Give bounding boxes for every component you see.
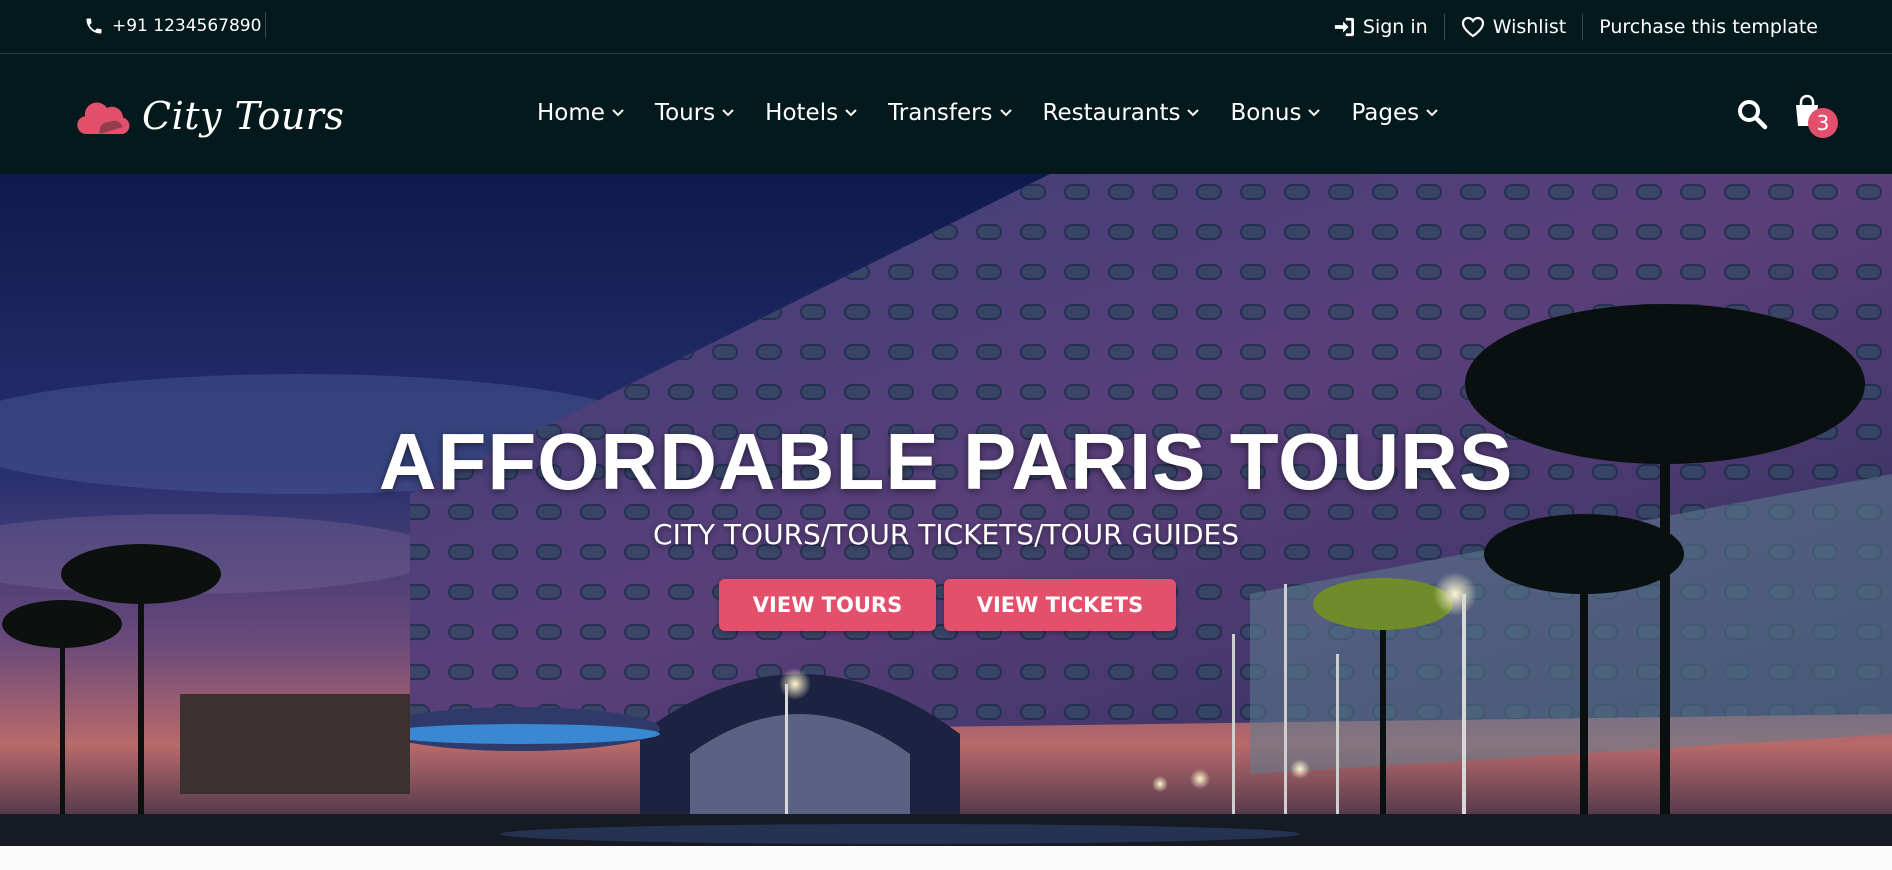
view-tickets-button[interactable]: VIEW TICKETS xyxy=(944,579,1176,631)
cart-button[interactable]: 3 xyxy=(1790,94,1840,144)
sign-in-icon xyxy=(1334,17,1354,37)
nav-item-hotels[interactable]: Hotels xyxy=(765,100,858,126)
page-content-start xyxy=(0,846,1892,870)
nav-item-restaurants[interactable]: Restaurants xyxy=(1043,100,1201,126)
sign-in-label: Sign in xyxy=(1362,16,1428,38)
chevron-down-icon xyxy=(722,109,734,117)
wishlist-link[interactable]: Wishlist xyxy=(1445,16,1583,38)
logo[interactable]: City Tours xyxy=(76,94,344,138)
nav-label: Home xyxy=(537,100,605,126)
chevron-down-icon xyxy=(999,109,1012,117)
cloud-logo-icon xyxy=(77,102,130,134)
logo-text: City Tours xyxy=(142,94,345,138)
nav-label: Restaurants xyxy=(1042,100,1181,126)
cart-count-badge: 3 xyxy=(1808,108,1838,138)
top-bar: +91 1234567890 Sign in Wishlist Purchase… xyxy=(0,0,1892,54)
wishlist-label: Wishlist xyxy=(1492,16,1567,38)
nav-item-home[interactable]: Home xyxy=(537,100,625,126)
nav-item-pages[interactable]: Pages xyxy=(1351,100,1439,126)
main-header: City Tours Home Tours Hotels Transfers R… xyxy=(0,54,1892,174)
divider xyxy=(265,12,266,38)
heart-icon xyxy=(1461,16,1484,38)
phone-number: +91 1234567890 xyxy=(112,16,262,36)
nav-label: Hotels xyxy=(765,100,839,126)
nav-label: Transfers xyxy=(888,100,993,126)
main-nav: Home Tours Hotels Transfers Restaurants … xyxy=(537,100,1439,126)
search-button[interactable] xyxy=(1736,98,1768,134)
purchase-template-label: Purchase this template xyxy=(1599,16,1818,38)
nav-label: Tours xyxy=(654,100,716,126)
top-links: Sign in Wishlist Purchase this template xyxy=(1317,13,1826,41)
phone-icon xyxy=(86,18,102,34)
purchase-template-link[interactable]: Purchase this template xyxy=(1583,16,1826,38)
phone-link[interactable]: +91 1234567890 xyxy=(84,14,261,38)
search-icon xyxy=(1738,100,1768,130)
hero-background-image xyxy=(0,174,1892,846)
nav-item-tours[interactable]: Tours xyxy=(655,100,735,126)
chevron-down-icon xyxy=(1308,109,1321,117)
chevron-down-icon xyxy=(612,109,624,117)
nav-item-transfers[interactable]: Transfers xyxy=(888,100,1012,126)
hero-subtitle: CITY TOURS/TOUR TICKETS/TOUR GUIDES xyxy=(653,518,1239,551)
hero-banner: AFFORDABLE PARIS TOURS CITY TOURS/TOUR T… xyxy=(0,174,1892,846)
chevron-down-icon xyxy=(1426,109,1438,117)
hero-title: AFFORDABLE PARIS TOURS xyxy=(378,417,1514,506)
chevron-down-icon xyxy=(1187,109,1200,117)
chevron-down-icon xyxy=(845,109,857,117)
nav-label: Pages xyxy=(1351,100,1420,126)
nav-item-bonus[interactable]: Bonus xyxy=(1230,100,1321,126)
nav-label: Bonus xyxy=(1230,100,1302,126)
sign-in-link[interactable]: Sign in xyxy=(1317,16,1444,38)
view-tours-button[interactable]: VIEW TOURS xyxy=(719,579,936,631)
